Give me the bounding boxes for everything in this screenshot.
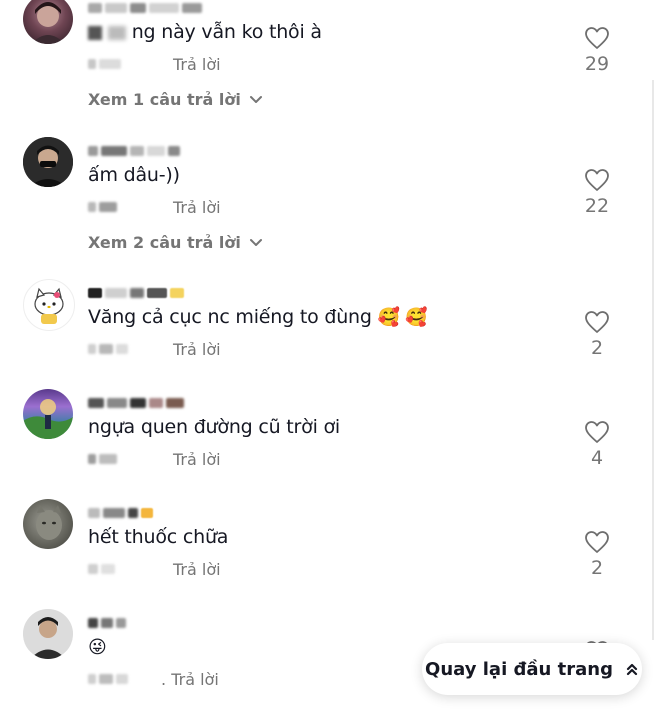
- avatar[interactable]: [23, 0, 73, 44]
- reply-button[interactable]: Trả lời: [173, 198, 221, 217]
- comment-text: ngựa quen đường cũ trời ơi: [88, 416, 340, 438]
- comment-date: [88, 59, 148, 69]
- comment-meta: [88, 197, 148, 217]
- reply-prefix: .: [161, 670, 167, 689]
- heart-icon[interactable]: [584, 26, 610, 50]
- back-to-top-label: Quay lại đầu trang: [425, 658, 613, 680]
- avatar[interactable]: [23, 279, 75, 331]
- like-control: 29: [576, 26, 618, 75]
- like-count: 4: [590, 447, 604, 469]
- comment-text-content: ấm dâu-)): [88, 164, 180, 186]
- like-count: 22: [584, 195, 610, 217]
- reply-label: Trả lời: [171, 670, 219, 689]
- avatar[interactable]: [23, 499, 73, 549]
- username[interactable]: [88, 286, 184, 300]
- view-replies-label: Xem 2 câu trả lời: [88, 233, 241, 252]
- smiling-face-hearts-emoji: 🥰 🥰: [377, 307, 428, 328]
- redacted-text: [107, 25, 126, 40]
- double-chevron-up-icon: [626, 663, 638, 676]
- comment-date: [88, 454, 148, 464]
- comment-date: [88, 564, 148, 574]
- reply-button[interactable]: Trả lời: [173, 340, 221, 359]
- like-control: 4: [576, 420, 618, 469]
- zany-face-emoji: 😜: [88, 637, 107, 658]
- comment-text: ng này vẫn ko thôi à: [88, 21, 322, 43]
- comment-text: 😜: [88, 636, 107, 658]
- reply-button[interactable]: . Trả lời: [161, 670, 219, 689]
- comment-date: [88, 674, 148, 684]
- view-replies-label: Xem 1 câu trả lời: [88, 90, 241, 109]
- like-count: 2: [590, 557, 604, 579]
- view-replies-button[interactable]: Xem 2 câu trả lời: [88, 233, 263, 252]
- heart-icon[interactable]: [584, 310, 610, 334]
- like-count: 29: [584, 53, 610, 75]
- heart-icon[interactable]: [584, 168, 610, 192]
- heart-icon[interactable]: [584, 530, 610, 554]
- reply-button[interactable]: Trả lời: [173, 55, 221, 74]
- view-replies-button[interactable]: Xem 1 câu trả lời: [88, 90, 263, 109]
- reply-button[interactable]: Trả lời: [173, 560, 221, 579]
- comment-date: [88, 202, 148, 212]
- redacted-text: [88, 25, 102, 40]
- comment-text-content: Văng cả cục nc miếng to đùng: [88, 306, 372, 328]
- username[interactable]: [88, 616, 126, 630]
- comment-meta: [88, 559, 148, 579]
- avatar[interactable]: [23, 609, 73, 659]
- heart-icon[interactable]: [584, 420, 610, 444]
- username[interactable]: [88, 396, 184, 410]
- avatar[interactable]: [23, 137, 73, 187]
- comment-text-content: ng này vẫn ko thôi à: [131, 21, 322, 43]
- comment-text: ấm dâu-)): [88, 164, 180, 186]
- comment-meta: [88, 54, 148, 74]
- like-control: 2: [576, 310, 618, 359]
- back-to-top-button[interactable]: Quay lại đầu trang: [422, 643, 642, 695]
- like-count: 2: [590, 337, 604, 359]
- username[interactable]: [88, 1, 202, 15]
- comment-meta: [88, 449, 148, 469]
- avatar[interactable]: [23, 389, 73, 439]
- comment-text-content: ngựa quen đường cũ trời ơi: [88, 416, 341, 438]
- comment-text: hết thuốc chữa: [88, 526, 228, 548]
- reply-button[interactable]: Trả lời: [173, 450, 221, 469]
- comment-meta: [88, 339, 148, 359]
- chevron-down-icon: [249, 238, 262, 246]
- chevron-down-icon: [249, 95, 262, 103]
- like-control: 22: [576, 168, 618, 217]
- comment-meta: [88, 669, 148, 689]
- username[interactable]: [88, 506, 153, 520]
- comment-date: [88, 344, 148, 354]
- username[interactable]: [88, 144, 180, 158]
- comment-text: Văng cả cục nc miếng to đùng 🥰 🥰: [88, 306, 428, 328]
- like-control: 2: [576, 530, 618, 579]
- comment-text-content: hết thuốc chữa: [88, 526, 229, 548]
